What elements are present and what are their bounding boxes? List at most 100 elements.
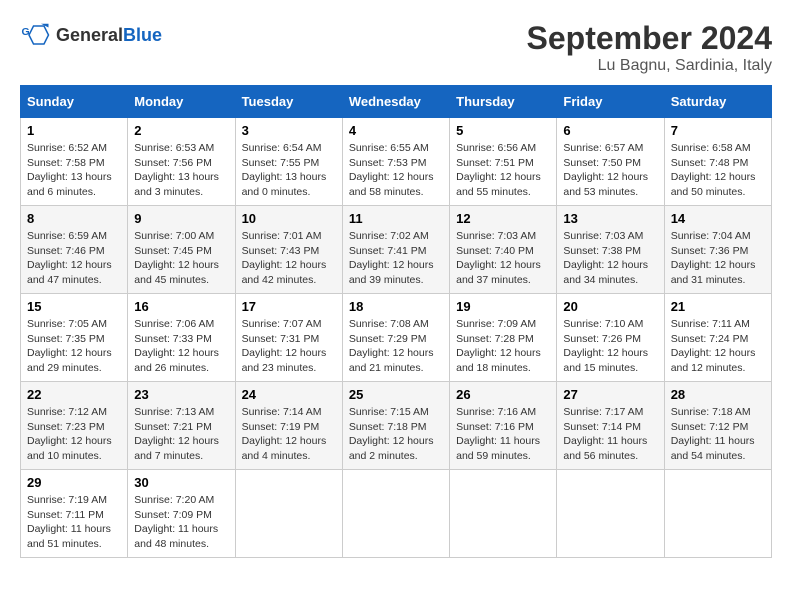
sunrise-text: Sunrise: 7:10 AM [563,318,643,330]
calendar-cell: 19 Sunrise: 7:09 AM Sunset: 7:28 PM Dayligh… [450,294,557,382]
day-number: 19 [456,299,550,314]
sunrise-text: Sunrise: 6:54 AM [242,142,322,154]
daylight-text: Daylight: 12 hours and 58 minutes. [349,171,434,198]
calendar-cell: 26 Sunrise: 7:16 AMSunset: 7:16 PMDayligh… [450,382,557,470]
calendar-cell: 2Sunrise: 6:53 AMSunset: 7:56 PMDaylight… [128,118,235,206]
day-info: Sunrise: 6:55 AM Sunset: 7:53 PM Daylight:… [349,141,443,200]
daylight-text: Daylight: 12 hours and 29 minutes. [27,347,112,374]
sunset-text: Sunset: 7:28 PM [456,333,534,345]
day-info: Sunrise: 7:15 AMSunset: 7:18 PMDaylight:… [349,405,443,464]
sunset-text: Sunset: 7:09 PM [134,509,212,521]
daylight-text: Daylight: 12 hours and 39 minutes. [349,259,434,286]
weekday-header-sunday: Sunday [21,86,128,118]
sunset-text: Sunset: 7:31 PM [242,333,320,345]
day-number: 10 [242,211,336,226]
day-info: Sunrise: 6:54 AMSunset: 7:55 PMDaylight:… [242,141,336,200]
sunrise-text: Sunrise: 7:03 AM [456,230,536,242]
day-number: 3 [242,123,336,138]
sunrise-text: Sunrise: 6:55 AM [349,142,429,154]
daylight-text: Daylight: 12 hours and 4 minutes. [242,435,327,462]
sunrise-text: Sunrise: 6:52 AM [27,142,107,154]
day-info: Sunrise: 6:58 AMSunset: 7:48 PMDaylight:… [671,141,765,200]
calendar-cell: 14Sunrise: 7:04 AMSunset: 7:36 PMDayligh… [664,206,771,294]
sunrise-text: Sunrise: 7:20 AM [134,494,214,506]
day-number: 27 [563,387,657,402]
day-info: Sunrise: 7:11 AMSunset: 7:24 PMDaylight:… [671,317,765,376]
day-info: Sunrise: 7:09 AM Sunset: 7:28 PM Daylight:… [456,317,550,376]
day-info: Sunrise: 7:06 AMSunset: 7:33 PMDaylight:… [134,317,228,376]
sunrise-text: Sunrise: 7:09 AM [456,318,536,330]
day-number: 11 [349,211,443,226]
calendar-cell: 23Sunrise: 7:13 AMSunset: 7:21 PMDayligh… [128,382,235,470]
day-number: 5 [456,123,550,138]
sunrise-text: Sunrise: 7:16 AM [456,406,536,418]
day-number: 26 [456,387,550,402]
day-number: 14 [671,211,765,226]
calendar-cell [342,470,449,558]
daylight-text: Daylight: 12 hours and 23 minutes. [242,347,327,374]
day-number: 8 [27,211,121,226]
day-info: Sunrise: 7:20 AMSunset: 7:09 PMDaylight:… [134,493,228,552]
day-info: Sunrise: 7:19 AMSunset: 7:11 PMDaylight:… [27,493,121,552]
sunrise-text: Sunrise: 7:05 AM [27,318,107,330]
calendar-week-3: 15Sunrise: 7:05 AMSunset: 7:35 PMDayligh… [21,294,772,382]
day-info: Sunrise: 7:10 AMSunset: 7:26 PMDaylight:… [563,317,657,376]
sunrise-text: Sunrise: 7:01 AM [242,230,322,242]
daylight-text: Daylight: 12 hours and 2 minutes. [349,435,434,462]
calendar-cell: 24Sunrise: 7:14 AMSunset: 7:19 PMDayligh… [235,382,342,470]
daylight-text: Daylight: 12 hours and 47 minutes. [27,259,112,286]
sunset-text: Sunset: 7:23 PM [27,421,105,433]
day-info: Sunrise: 7:05 AMSunset: 7:35 PMDaylight:… [27,317,121,376]
calendar-cell: 15Sunrise: 7:05 AMSunset: 7:35 PMDayligh… [21,294,128,382]
logo: G GeneralBlue [20,20,162,50]
weekday-header-monday: Monday [128,86,235,118]
sunset-text: Sunset: 7:11 PM [27,509,104,521]
sunrise-text: Sunrise: 7:12 AM [27,406,107,418]
sunset-text: Sunset: 7:18 PM [349,421,427,433]
sunset-text: Sunset: 7:56 PM [134,157,212,169]
calendar-table: SundayMondayTuesdayWednesdayThursdayFrid… [20,85,772,558]
day-number: 13 [563,211,657,226]
sunrise-text: Sunrise: 7:14 AM [242,406,322,418]
sunset-text: Sunset: 7:48 PM [671,157,749,169]
day-info: Sunrise: 7:18 AMSunset: 7:12 PMDaylight:… [671,405,765,464]
daylight-text: Daylight: 12 hours and 18 minutes. [456,347,541,374]
day-number: 9 [134,211,228,226]
sunset-text: Sunset: 7:55 PM [242,157,320,169]
day-number: 29 [27,475,121,490]
daylight-text: Daylight: 11 hours and 59 minutes. [456,435,540,462]
day-info: Sunrise: 6:57 AMSunset: 7:50 PMDaylight:… [563,141,657,200]
day-info: Sunrise: 7:03 AMSunset: 7:40 PMDaylight:… [456,229,550,288]
sunrise-text: Sunrise: 7:17 AM [563,406,643,418]
sunrise-text: Sunrise: 6:58 AM [671,142,751,154]
daylight-text: Daylight: 12 hours and 37 minutes. [456,259,541,286]
sunset-text: Sunset: 7:46 PM [27,245,105,257]
sunrise-text: Sunrise: 6:57 AM [563,142,643,154]
day-info: Sunrise: 6:56 AMSunset: 7:51 PMDaylight:… [456,141,550,200]
sunset-text: Sunset: 7:53 PM [349,157,427,169]
day-info: Sunrise: 7:16 AMSunset: 7:16 PMDaylight:… [456,405,550,464]
logo-icon: G [20,20,50,50]
day-number: 7 [671,123,765,138]
day-number: 22 [27,387,121,402]
day-number: 30 [134,475,228,490]
weekday-header-thursday: Thursday [450,86,557,118]
calendar-cell [557,470,664,558]
daylight-text: Daylight: 13 hours and 6 minutes. [27,171,112,198]
daylight-text: Daylight: 12 hours and 45 minutes. [134,259,219,286]
calendar-week-5: 29 Sunrise: 7:19 AMSunset: 7:11 PMDayligh… [21,470,772,558]
daylight-text: Daylight: 12 hours and 42 minutes. [242,259,327,286]
sunrise-text: Sunrise: 7:06 AM [134,318,214,330]
sunset-text: Sunset: 7:24 PM [671,333,749,345]
sunrise-text: Sunrise: 7:07 AM [242,318,322,330]
day-info: Sunrise: 7:01 AMSunset: 7:43 PMDaylight:… [242,229,336,288]
daylight-text: Daylight: 13 hours and 3 minutes. [134,171,219,198]
calendar-cell: 5 Sunrise: 6:56 AMSunset: 7:51 PMDaylight… [450,118,557,206]
sunrise-text: Sunrise: 7:13 AM [134,406,214,418]
day-number: 2 [134,123,228,138]
calendar-cell: 18Sunrise: 7:08 AMSunset: 7:29 PMDayligh… [342,294,449,382]
day-number: 12 [456,211,550,226]
weekday-header-friday: Friday [557,86,664,118]
sunset-text: Sunset: 7:38 PM [563,245,641,257]
day-number: 1 [27,123,121,138]
